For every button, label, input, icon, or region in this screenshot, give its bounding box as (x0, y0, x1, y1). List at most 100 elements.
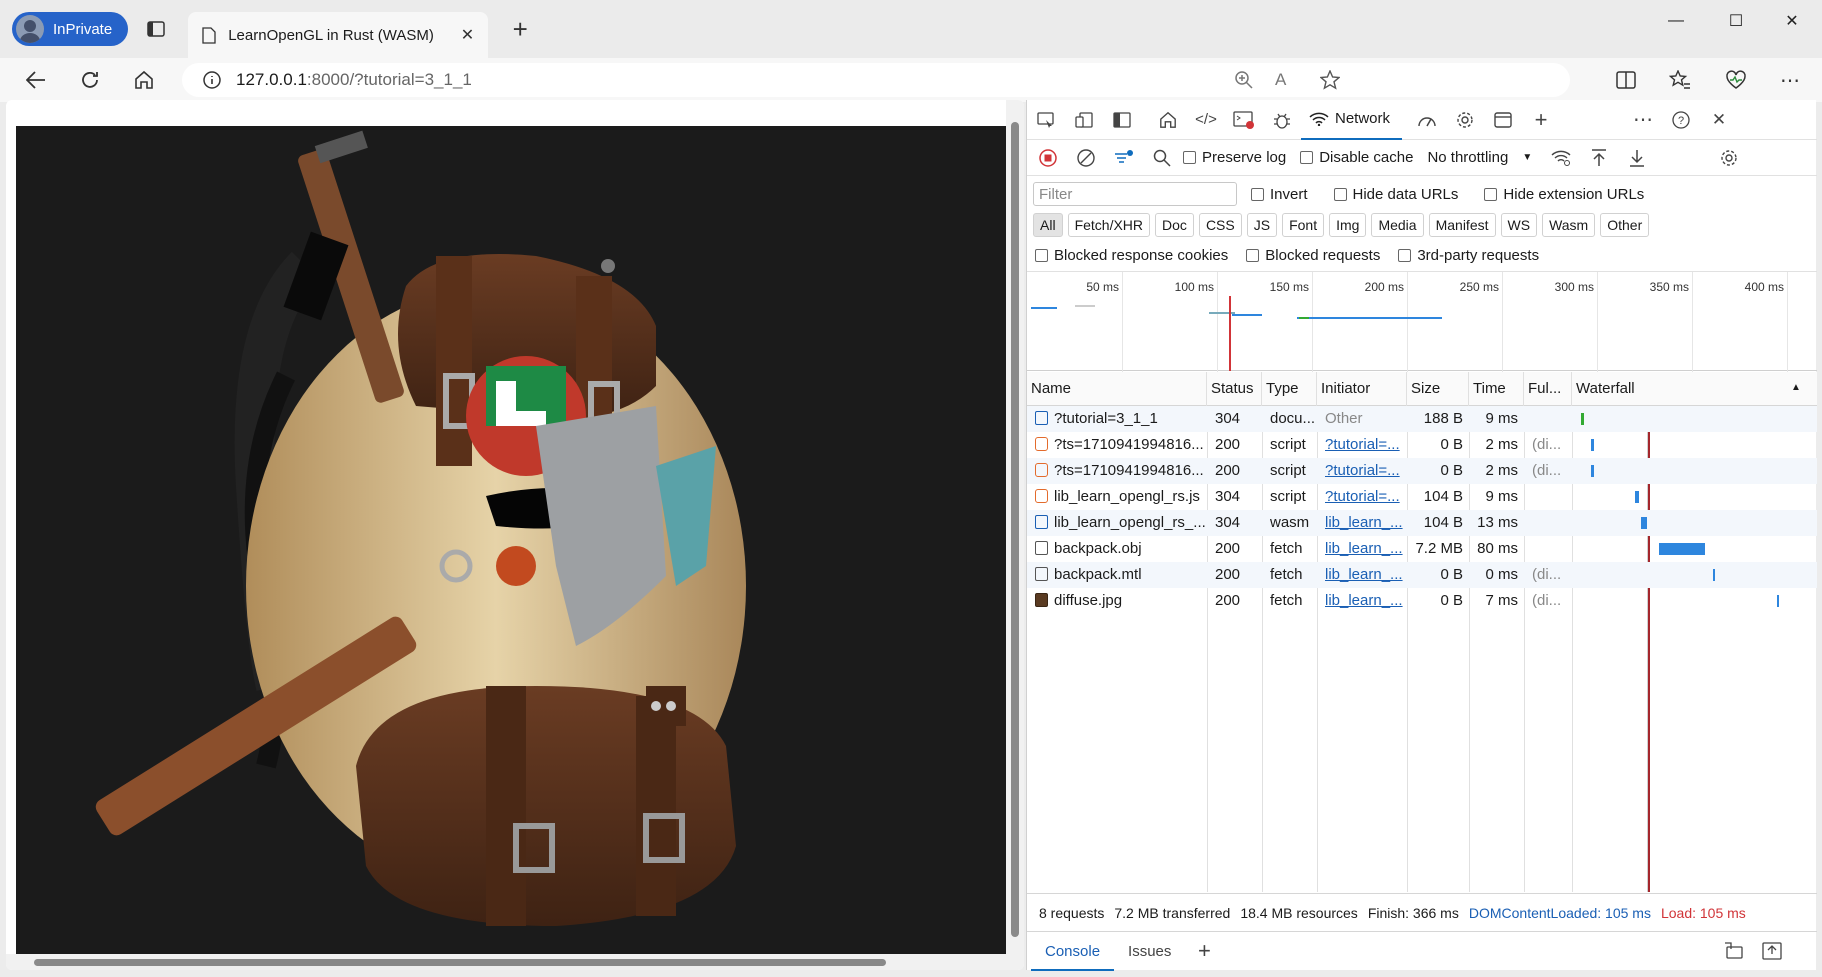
col-time[interactable]: Time (1469, 372, 1524, 406)
cell-initiator[interactable]: ?tutorial=... (1321, 458, 1407, 484)
filter-chip-doc[interactable]: Doc (1155, 213, 1194, 237)
tab-actions-icon[interactable] (138, 11, 174, 47)
hide-extension-urls-checkbox[interactable]: Hide extension URLs (1484, 186, 1644, 203)
invert-checkbox[interactable]: Invert (1251, 186, 1308, 203)
table-row[interactable]: ?tutorial=3_1_1 304 docu... Other 188 B 9 ms (1027, 406, 1817, 432)
elements-code-icon[interactable]: </> (1187, 101, 1225, 139)
record-stop-icon[interactable] (1029, 139, 1067, 177)
col-name[interactable]: Name (1027, 372, 1207, 406)
col-size[interactable]: Size (1407, 372, 1469, 406)
more-menu-icon[interactable]: ⋯ (1772, 62, 1808, 98)
performance-gauge-icon[interactable] (1408, 101, 1446, 139)
application-panel-icon[interactable] (1484, 101, 1522, 139)
split-screen-icon[interactable] (1608, 62, 1644, 98)
site-info-icon[interactable] (202, 70, 222, 90)
cell-initiator[interactable]: lib_learn_... (1321, 510, 1407, 536)
table-row[interactable]: backpack.mtl 200 fetch lib_learn_... 0 B 0 ms… (1027, 562, 1817, 588)
filter-chip-fetch-xhr[interactable]: Fetch/XHR (1067, 213, 1151, 237)
blocked-cookies-checkbox[interactable]: Blocked response cookies (1035, 247, 1228, 264)
horizontal-scrollbar[interactable] (6, 954, 1006, 970)
refresh-button[interactable] (70, 60, 110, 100)
close-devtools-icon[interactable]: ✕ (1700, 101, 1738, 139)
zoom-icon[interactable] (1234, 70, 1254, 90)
filter-toggle-icon[interactable] (1105, 139, 1143, 177)
table-row[interactable]: lib_learn_opengl_rs.js 304 script ?tutorial… (1027, 484, 1817, 510)
filter-chip-ws[interactable]: WS (1500, 213, 1538, 237)
table-row[interactable]: ?ts=1710941994816... 200 script ?tutorial=.… (1027, 458, 1817, 484)
webgl-canvas[interactable] (16, 126, 1006, 954)
tab-console[interactable]: Console (1031, 932, 1115, 971)
network-overview[interactable]: 50 ms 100 ms 150 ms 200 ms 250 ms 300 ms… (1027, 271, 1817, 372)
dock-side-icon[interactable] (1103, 101, 1141, 139)
filter-chip-css[interactable]: CSS (1198, 213, 1242, 237)
cell-initiator[interactable]: lib_learn_... (1321, 562, 1407, 588)
table-row[interactable]: backpack.obj 200 fetch lib_learn_... 7.2 MB 8… (1027, 536, 1817, 562)
address-bar[interactable]: 127.0.0.1:8000/?tutorial=3_1_1 A (182, 63, 1570, 97)
filter-chip-img[interactable]: Img (1329, 213, 1367, 237)
filter-chip-other[interactable]: Other (1600, 213, 1650, 237)
back-button[interactable] (16, 60, 56, 100)
table-row[interactable]: ?ts=1710941994816... 200 script ?tutorial=.… (1027, 432, 1817, 458)
disable-cache-checkbox[interactable]: Disable cache (1300, 149, 1413, 166)
sort-up-icon[interactable]: ▲ (1791, 382, 1801, 393)
col-type[interactable]: Type (1262, 372, 1317, 406)
undock-drawer-icon[interactable] (1715, 932, 1753, 970)
col-waterfall[interactable]: Waterfall (1572, 372, 1817, 406)
inprivate-badge[interactable]: InPrivate (12, 12, 129, 46)
hide-data-urls-checkbox[interactable]: Hide data URLs (1333, 186, 1458, 203)
inspect-element-icon[interactable] (1027, 101, 1065, 139)
col-initiator[interactable]: Initiator (1317, 372, 1407, 406)
waterfall-bar (1777, 595, 1779, 607)
col-status[interactable]: Status (1207, 372, 1262, 406)
console-error-icon[interactable] (1225, 101, 1263, 139)
filter-chip-font[interactable]: Font (1282, 213, 1325, 237)
filter-chip-manifest[interactable]: Manifest (1428, 213, 1496, 237)
collapse-drawer-icon[interactable] (1753, 932, 1791, 970)
tab-issues[interactable]: Issues (1114, 932, 1185, 971)
network-settings-gear-icon[interactable] (1710, 139, 1748, 177)
favorite-star-icon[interactable] (1320, 70, 1340, 90)
new-tab-button[interactable]: + (502, 11, 538, 47)
devtools-more-icon[interactable]: ⋯ (1624, 101, 1662, 139)
throttling-select[interactable]: No throttling ▼ (1427, 149, 1532, 166)
read-aloud-icon[interactable]: A (1275, 70, 1286, 90)
import-har-icon[interactable] (1580, 139, 1618, 177)
add-drawer-tab-icon[interactable]: + (1185, 932, 1223, 970)
filter-chip-wasm[interactable]: Wasm (1542, 213, 1596, 237)
cell-initiator[interactable]: ?tutorial=... (1321, 432, 1407, 458)
browser-tab[interactable]: LearnOpenGL in Rust (WASM) ✕ (188, 12, 489, 58)
export-har-icon[interactable] (1618, 139, 1656, 177)
third-party-checkbox[interactable]: 3rd-party requests (1398, 247, 1539, 264)
minimize-button[interactable]: — (1646, 0, 1706, 42)
settings-gear-icon[interactable] (1446, 101, 1484, 139)
favorites-icon[interactable] (1662, 62, 1698, 98)
table-row[interactable]: lib_learn_opengl_rs_... 304 wasm lib_learn_… (1027, 510, 1817, 536)
col-fulfilled[interactable]: Ful... (1524, 372, 1572, 406)
filter-chip-media[interactable]: Media (1371, 213, 1424, 237)
close-tab-icon[interactable]: ✕ (461, 25, 474, 45)
close-window-button[interactable]: ✕ (1762, 0, 1822, 42)
filter-input[interactable]: Filter (1033, 182, 1237, 206)
tab-network[interactable]: Network (1301, 100, 1403, 140)
cell-initiator[interactable]: ?tutorial=... (1321, 484, 1407, 510)
sources-bug-icon[interactable] (1263, 101, 1301, 139)
cell-initiator[interactable]: lib_learn_... (1321, 588, 1407, 614)
preserve-log-checkbox[interactable]: Preserve log (1183, 149, 1286, 166)
search-icon[interactable] (1143, 139, 1181, 177)
network-conditions-icon[interactable] (1542, 139, 1580, 177)
overview-tick: 150 ms (1269, 280, 1309, 294)
cell-initiator[interactable]: lib_learn_... (1321, 536, 1407, 562)
clear-icon[interactable] (1067, 139, 1105, 177)
table-row[interactable]: diffuse.jpg 200 fetch lib_learn_... 0 B 7 ms (… (1027, 588, 1817, 614)
filter-chip-js[interactable]: JS (1246, 213, 1278, 237)
maximize-button[interactable]: ☐ (1706, 0, 1766, 42)
device-emulation-icon[interactable] (1065, 101, 1103, 139)
filter-chip-all[interactable]: All (1033, 213, 1063, 237)
vertical-scrollbar[interactable] (1006, 100, 1024, 970)
more-tools-plus-icon[interactable]: + (1522, 101, 1560, 139)
browser-essentials-icon[interactable] (1718, 62, 1754, 98)
blocked-requests-checkbox[interactable]: Blocked requests (1246, 247, 1380, 264)
home-button[interactable] (124, 60, 164, 100)
welcome-home-icon[interactable] (1149, 101, 1187, 139)
help-icon[interactable]: ? (1662, 101, 1700, 139)
